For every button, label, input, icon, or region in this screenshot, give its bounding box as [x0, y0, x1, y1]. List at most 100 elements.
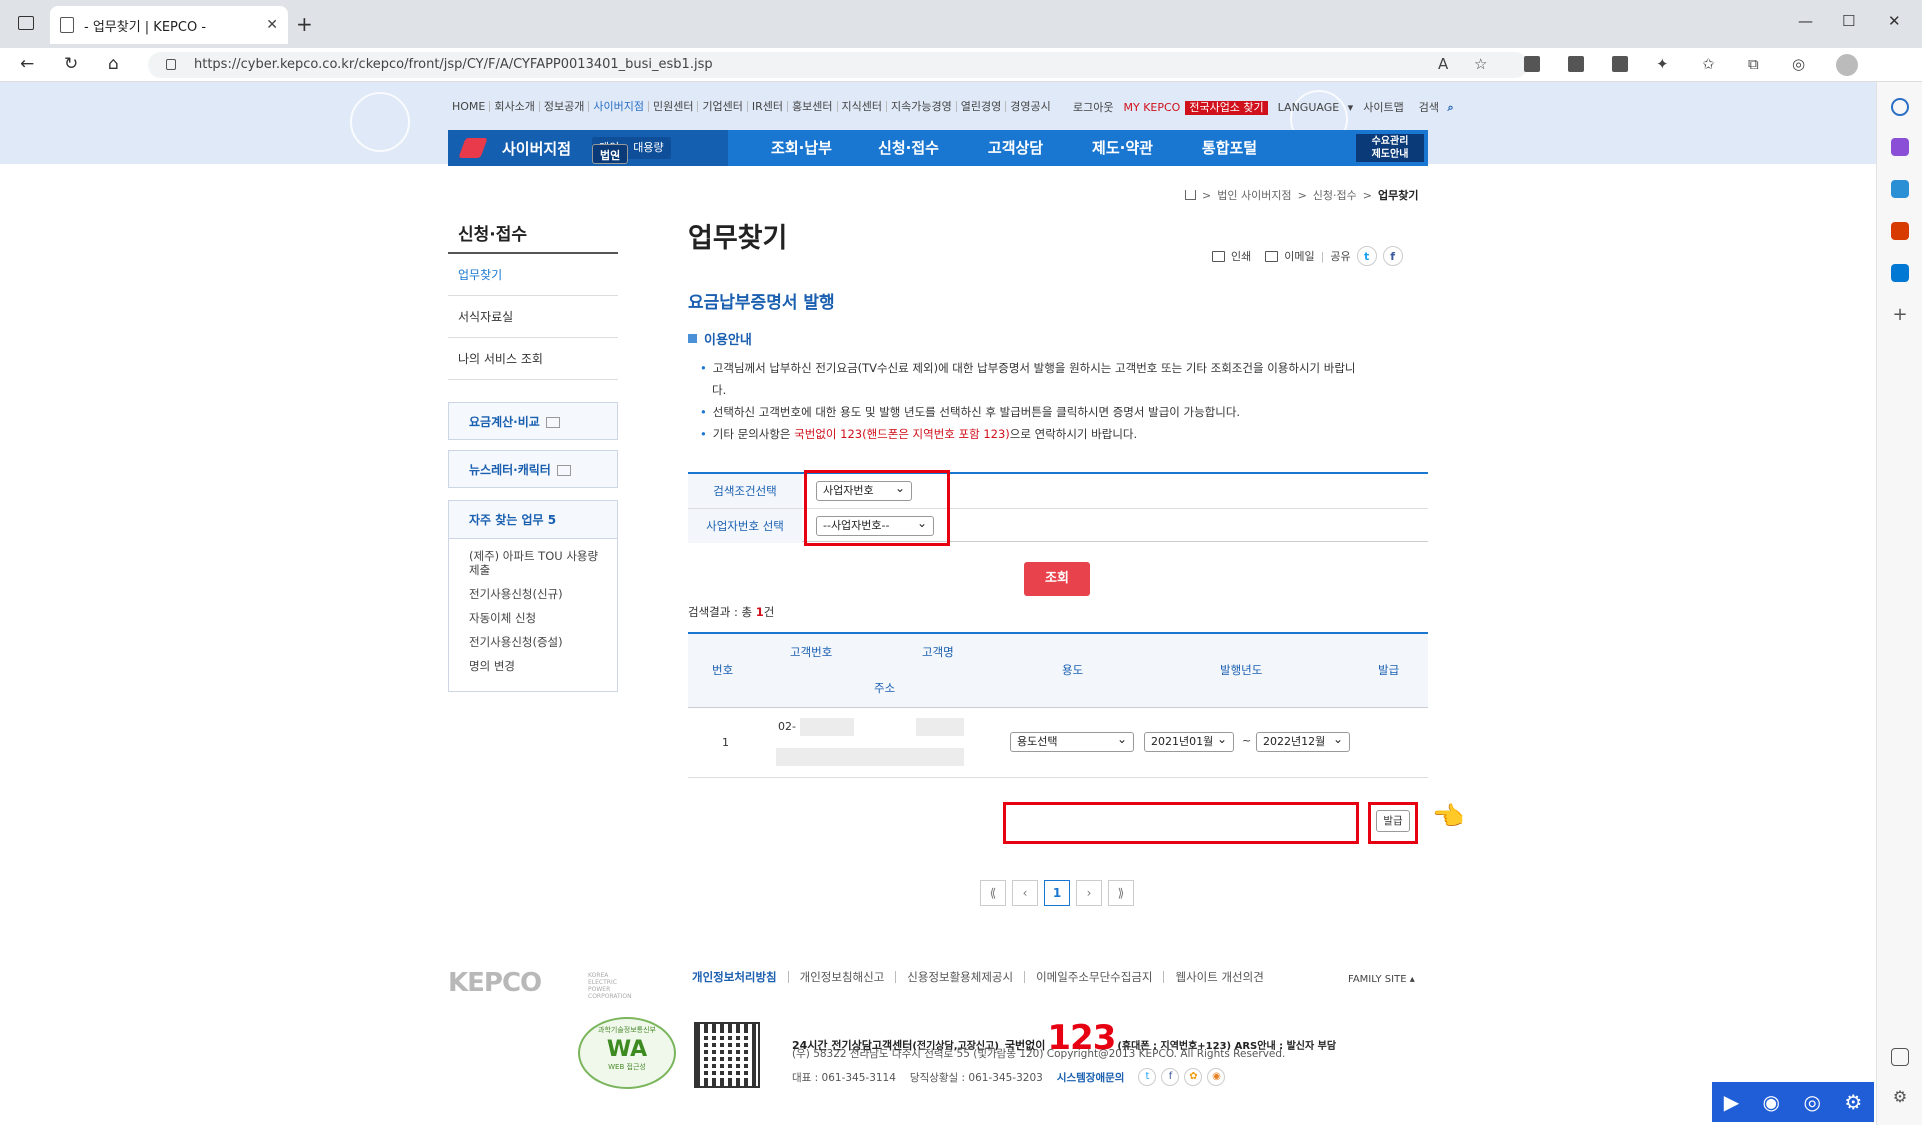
- breadcrumb-item[interactable]: 법인 사이버지점: [1217, 187, 1291, 203]
- frequent-task-link[interactable]: 자동이체 신청: [469, 611, 617, 625]
- add-icon[interactable]: +: [1891, 306, 1909, 324]
- menu-application[interactable]: 신청·접수: [855, 130, 962, 166]
- menu-consulting[interactable]: 고객상담: [962, 130, 1069, 166]
- print-icon[interactable]: [1212, 250, 1225, 262]
- menu-portal[interactable]: 통합포털: [1176, 130, 1283, 166]
- read-aloud-icon[interactable]: A: [1438, 55, 1448, 73]
- lnb-item-forms[interactable]: 서식자료실: [448, 296, 618, 338]
- menu-policy[interactable]: 제도·약관: [1069, 130, 1176, 166]
- play-icon[interactable]: ▶: [1724, 1090, 1739, 1114]
- close-window-icon[interactable]: ✕: [1888, 12, 1901, 30]
- menu-inquiry-payment[interactable]: 조회·납부: [748, 130, 855, 166]
- twitter-icon[interactable]: t: [1138, 1068, 1157, 1086]
- extension-icon[interactable]: [1568, 56, 1584, 72]
- office-icon[interactable]: [1891, 222, 1909, 240]
- blog-icon[interactable]: ✿: [1184, 1068, 1203, 1086]
- topnav-disclosure-mgmt[interactable]: 경영공시: [1006, 101, 1054, 112]
- email-link[interactable]: 이메일: [1284, 248, 1314, 264]
- credit-info-link[interactable]: 신용정보활용체제공시: [896, 971, 1026, 983]
- rss-icon[interactable]: ◉: [1207, 1068, 1226, 1086]
- topnav-enterprise[interactable]: 기업센터: [698, 101, 748, 112]
- usage-select[interactable]: 용도선택: [1010, 730, 1134, 752]
- topnav-home[interactable]: HOME: [448, 101, 491, 112]
- tools-icon[interactable]: [1891, 180, 1909, 198]
- favorite-icon[interactable]: ☆: [1474, 55, 1487, 73]
- search-link[interactable]: 검색 ⌕: [1409, 102, 1459, 114]
- copilot-icon[interactable]: ◎: [1792, 55, 1805, 73]
- my-kepco-link[interactable]: MY KEPCO: [1118, 102, 1185, 114]
- extension-icon[interactable]: [1612, 56, 1628, 72]
- logout-link[interactable]: 로그아웃: [1068, 102, 1118, 114]
- topnav-open-management[interactable]: 열린경영: [957, 101, 1007, 112]
- language-select[interactable]: LANGUAGE ▾: [1268, 102, 1359, 114]
- query-button[interactable]: 조회: [1024, 562, 1090, 596]
- frequent-task-link[interactable]: 명의 변경: [469, 659, 617, 673]
- brand-name[interactable]: 사이버지점: [502, 138, 571, 159]
- privacy-policy-link[interactable]: 개인정보처리방침: [692, 971, 789, 983]
- copilot-icon[interactable]: [1891, 138, 1909, 156]
- segment-corporate[interactable]: 법인: [592, 142, 629, 164]
- refresh-icon[interactable]: ↻: [64, 54, 78, 74]
- search-icon[interactable]: [1891, 98, 1909, 116]
- frequent-task-link[interactable]: 전기사용신청(신규): [469, 587, 617, 601]
- eye-icon[interactable]: ◎: [1803, 1090, 1820, 1114]
- back-icon[interactable]: ←: [20, 54, 34, 74]
- sitemap-link[interactable]: 사이트맵: [1358, 102, 1408, 114]
- minimize-icon[interactable]: —: [1798, 12, 1813, 30]
- split-screen-icon[interactable]: [1891, 1048, 1909, 1066]
- settings-icon[interactable]: ⚙: [1891, 1088, 1909, 1106]
- privacy-report-link[interactable]: 개인정보침해신고: [789, 971, 897, 983]
- topnav-ir[interactable]: IR센터: [748, 101, 789, 112]
- twitter-icon[interactable]: t: [1356, 246, 1377, 266]
- browser-tab[interactable]: - 업무찾기 | KEPCO - ✕: [50, 6, 288, 44]
- to-month-select[interactable]: 2022년12월: [1256, 730, 1350, 752]
- find-office-link[interactable]: 전국사업소 찾기: [1185, 101, 1268, 115]
- lnb-item-my-service[interactable]: 나의 서비스 조회: [448, 338, 618, 380]
- feedback-link[interactable]: 웹사이트 개선의견: [1164, 971, 1274, 983]
- frequent-task-link[interactable]: 전기사용신청(증설): [469, 635, 617, 649]
- url-input[interactable]: https://cyber.kepco.co.kr/ckepco/front/j…: [148, 52, 1528, 78]
- outlook-icon[interactable]: [1891, 264, 1909, 282]
- email-policy-link[interactable]: 이메일주소무단수집금지: [1025, 971, 1165, 983]
- first-page-button[interactable]: ⟪: [980, 880, 1006, 906]
- last-page-button[interactable]: ⟫: [1108, 880, 1134, 906]
- topnav-cyber-branch[interactable]: 사이버지점: [589, 101, 649, 112]
- stop-icon[interactable]: ◉: [1763, 1090, 1780, 1114]
- home-icon[interactable]: [1185, 190, 1196, 200]
- segment-large[interactable]: 대용량: [626, 137, 670, 159]
- frequent-task-link[interactable]: (제주) 아파트 TOU 사용량 제출: [469, 549, 617, 577]
- demand-management-button[interactable]: 수요관리 제도안내: [1356, 134, 1424, 162]
- page-1-button[interactable]: 1: [1044, 880, 1070, 906]
- rate-calc-button[interactable]: 요금계산·비교: [448, 402, 618, 440]
- next-page-button[interactable]: ›: [1076, 880, 1102, 906]
- share-label: 공유: [1330, 250, 1351, 263]
- profile-avatar[interactable]: [1836, 54, 1858, 76]
- topnav-pr[interactable]: 홍보센터: [788, 101, 838, 112]
- close-tab-icon[interactable]: ✕: [266, 17, 278, 33]
- extension-icon[interactable]: [1524, 56, 1540, 72]
- settings-icon[interactable]: ⚙: [1844, 1090, 1862, 1114]
- topnav-sustainability[interactable]: 지속가능경영: [887, 101, 957, 112]
- favorites-icon[interactable]: ✩: [1702, 55, 1715, 73]
- facebook-icon[interactable]: f: [1161, 1068, 1180, 1086]
- system-error-link[interactable]: 시스템장애문의: [1057, 1070, 1125, 1085]
- facebook-icon[interactable]: f: [1382, 246, 1403, 266]
- breadcrumb-item[interactable]: 신청·접수: [1313, 187, 1357, 203]
- topnav-company[interactable]: 회사소개: [490, 101, 540, 112]
- from-month-select[interactable]: 2021년01월: [1144, 730, 1234, 752]
- newsletter-button[interactable]: 뉴스레터·캐릭터: [448, 450, 618, 488]
- prev-page-button[interactable]: ‹: [1012, 880, 1038, 906]
- new-tab-icon[interactable]: +: [296, 12, 313, 36]
- topnav-knowledge[interactable]: 지식센터: [838, 101, 888, 112]
- maximize-icon[interactable]: ☐: [1842, 12, 1855, 30]
- home-icon[interactable]: ⌂: [108, 54, 119, 74]
- email-icon[interactable]: [1265, 250, 1279, 262]
- lnb-item-find-task[interactable]: 업무찾기: [448, 254, 618, 296]
- collections-icon[interactable]: ⧉: [1748, 55, 1759, 73]
- family-site-select[interactable]: FAMILY SITE ▴: [1348, 974, 1415, 985]
- puzzle-icon[interactable]: ✦: [1656, 55, 1669, 73]
- topnav-disclosure[interactable]: 정보공개: [540, 101, 590, 112]
- topnav-civil[interactable]: 민원센터: [649, 101, 699, 112]
- print-link[interactable]: 인쇄: [1231, 248, 1251, 264]
- sidebar-toggle-icon[interactable]: [18, 16, 34, 30]
